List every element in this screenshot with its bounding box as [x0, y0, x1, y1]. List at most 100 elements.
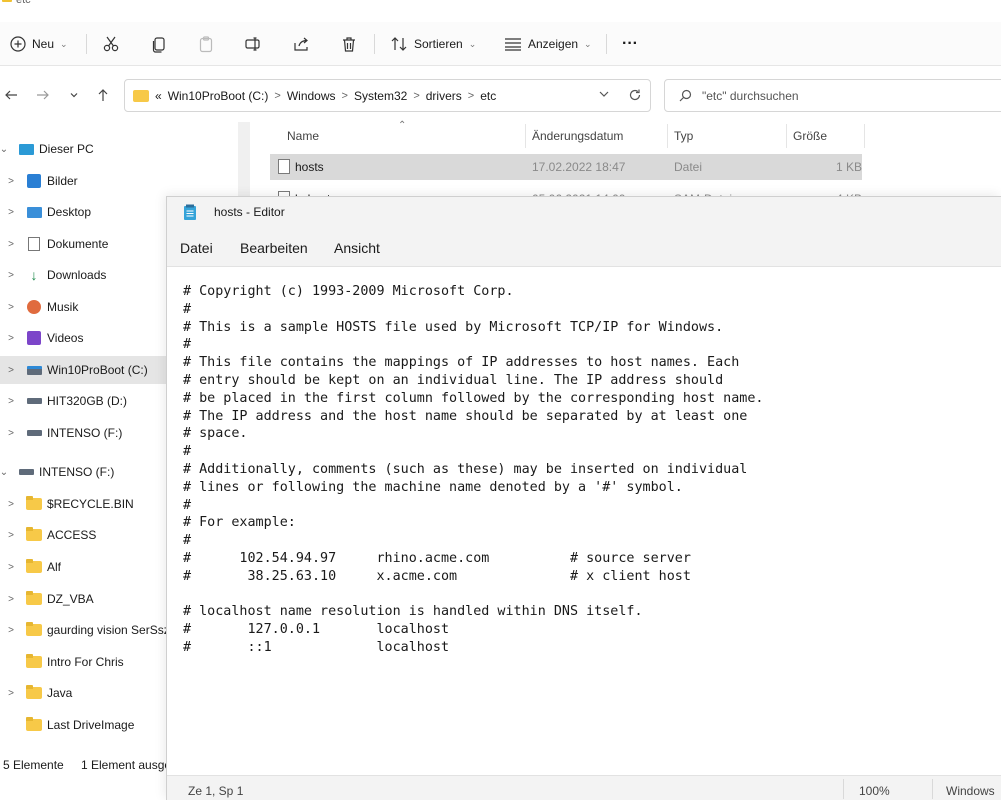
sidebar-item-documents[interactable]: > Dokumente	[0, 230, 166, 258]
share-button[interactable]	[292, 30, 310, 58]
chevron-right-icon[interactable]: >	[6, 396, 16, 407]
folder-icon	[26, 685, 42, 701]
rename-icon	[245, 37, 260, 51]
column-header-modified[interactable]: Änderungsdatum	[532, 129, 623, 143]
sidebar-item-folder[interactable]: > $RECYCLE.BIN	[0, 490, 166, 518]
breadcrumb-item[interactable]: System32	[354, 89, 407, 103]
column-divider[interactable]	[667, 124, 668, 148]
chevron-right-icon[interactable]: >	[6, 530, 16, 541]
sidebar-item-videos[interactable]: > Videos	[0, 324, 166, 352]
chevron-down-icon[interactable]	[598, 88, 610, 100]
drive-icon	[26, 393, 42, 409]
column-divider[interactable]	[864, 124, 865, 148]
chevron-down-icon	[70, 93, 78, 98]
column-header-name[interactable]: Name	[287, 129, 319, 143]
share-icon	[294, 37, 308, 51]
breadcrumb-item[interactable]: etc	[480, 89, 496, 103]
sidebar-item-pictures[interactable]: > Bilder	[0, 167, 166, 195]
menu-edit[interactable]: Bearbeiten	[240, 240, 308, 256]
documents-icon	[26, 236, 42, 252]
sort-icon	[391, 37, 407, 51]
sidebar-scrollbar[interactable]	[238, 122, 250, 198]
line-ending: Windows (CRLF)	[946, 784, 995, 800]
sidebar-item-folder[interactable]: Last DriveImage	[0, 711, 166, 739]
plus-circle-icon	[10, 36, 26, 52]
chevron-right-icon[interactable]: >	[342, 90, 348, 102]
breadcrumb-item[interactable]: Windows	[287, 89, 336, 103]
forward-button[interactable]	[32, 84, 54, 106]
sidebar-item-desktop[interactable]: > Desktop	[0, 198, 166, 226]
copy-button[interactable]	[150, 30, 168, 58]
paste-button[interactable]	[197, 30, 215, 58]
sidebar-item-folder[interactable]: > ACCESS	[0, 521, 166, 549]
chevron-right-icon[interactable]: >	[6, 428, 16, 439]
chevron-down-icon[interactable]: ⌄	[0, 144, 9, 155]
sidebar-item-label: Win10ProBoot (C:)	[47, 363, 148, 377]
notepad-title-bar[interactable]: hosts - Editor	[167, 197, 1001, 229]
sidebar-item-downloads[interactable]: > ↓ Downloads	[0, 261, 166, 289]
chevron-right-icon[interactable]: >	[413, 90, 419, 102]
refresh-icon[interactable]	[628, 88, 642, 102]
sidebar-item-label: Videos	[47, 331, 84, 345]
sidebar-item-music[interactable]: > Musik	[0, 293, 166, 321]
sidebar-item-intenso-root[interactable]: ⌄ INTENSO (F:)	[0, 458, 166, 486]
chevron-right-icon[interactable]: >	[6, 594, 16, 605]
sidebar-item-folder[interactable]: > DZ_VBA	[0, 585, 166, 613]
sidebar-item-label: Bilder	[47, 174, 78, 188]
recent-locations-button[interactable]	[63, 84, 85, 106]
sidebar-item-folder[interactable]: > gaurding vision SerSszc	[0, 616, 166, 644]
delete-button[interactable]	[340, 30, 358, 58]
sidebar-item-label: Alf	[47, 560, 62, 574]
new-button-label: Neu	[32, 37, 55, 51]
sidebar-item-folder[interactable]: > Java	[0, 679, 166, 707]
menu-view[interactable]: Ansicht	[334, 240, 380, 256]
chevron-right-icon[interactable]: >	[274, 90, 280, 102]
sidebar-item-drive-f[interactable]: > INTENSO (F:)	[0, 419, 166, 447]
sidebar-item-this-pc[interactable]: ⌄ Dieser PC	[0, 135, 166, 163]
chevron-right-icon[interactable]: >	[6, 365, 16, 376]
chevron-right-icon[interactable]: >	[6, 688, 16, 699]
chevron-right-icon[interactable]: >	[468, 90, 474, 102]
column-divider[interactable]	[786, 124, 787, 148]
cut-button[interactable]	[102, 30, 120, 58]
text-editor-area[interactable]: # Copyright (c) 1993-2009 Microsoft Corp…	[183, 283, 998, 657]
file-icon	[278, 159, 290, 174]
breadcrumb-item[interactable]: Win10ProBoot (C:)	[168, 89, 269, 103]
file-row-hosts[interactable]: hosts 17.02.2022 18:47 Datei 1 KB	[270, 154, 862, 180]
chevron-down-icon[interactable]: ⌄	[0, 467, 9, 478]
new-button[interactable]: Neu ⌄	[10, 30, 68, 58]
chevron-right-icon[interactable]: >	[6, 625, 16, 636]
folder-icon	[26, 559, 42, 575]
chevron-right-icon[interactable]: >	[6, 333, 16, 344]
sidebar-item-folder[interactable]: > Alf	[0, 553, 166, 581]
address-bar[interactable]: « Win10ProBoot (C:) > Windows > System32…	[124, 79, 651, 112]
file-name: hosts	[295, 160, 324, 174]
view-list-icon	[505, 38, 521, 51]
more-options-button[interactable]: ···	[622, 30, 638, 58]
chevron-right-icon[interactable]: >	[6, 562, 16, 573]
sort-button[interactable]: Sortieren ⌄	[390, 30, 476, 58]
breadcrumb-overflow[interactable]: «	[155, 89, 162, 103]
breadcrumb-item[interactable]: drivers	[426, 89, 462, 103]
view-button[interactable]: Anzeigen ⌄	[504, 30, 592, 58]
sidebar-item-label: Dieser PC	[39, 142, 94, 156]
column-divider[interactable]	[525, 124, 526, 148]
sidebar-item-drive-c[interactable]: > Win10ProBoot (C:)	[0, 356, 166, 384]
chevron-right-icon[interactable]: >	[6, 499, 16, 510]
sidebar-item-folder[interactable]: Intro For Chris	[0, 648, 166, 676]
chevron-right-icon[interactable]: >	[6, 239, 16, 250]
menu-file[interactable]: Datei	[180, 240, 213, 256]
column-header-size[interactable]: Größe	[793, 129, 827, 143]
back-button[interactable]	[0, 84, 22, 106]
column-header-type[interactable]: Typ	[674, 129, 693, 143]
sidebar-item-drive-d[interactable]: > HIT320GB (D:)	[0, 387, 166, 415]
rename-button[interactable]	[244, 30, 262, 58]
chevron-right-icon[interactable]: >	[6, 207, 16, 218]
chevron-right-icon[interactable]: >	[6, 176, 16, 187]
search-input[interactable]: "etc" durchsuchen	[664, 79, 1001, 112]
chevron-right-icon[interactable]: >	[6, 302, 16, 313]
chevron-right-icon[interactable]: >	[6, 270, 16, 281]
sidebar-item-label: gaurding vision SerSszc	[47, 623, 166, 637]
copy-icon	[152, 37, 165, 53]
up-button[interactable]	[92, 84, 114, 106]
